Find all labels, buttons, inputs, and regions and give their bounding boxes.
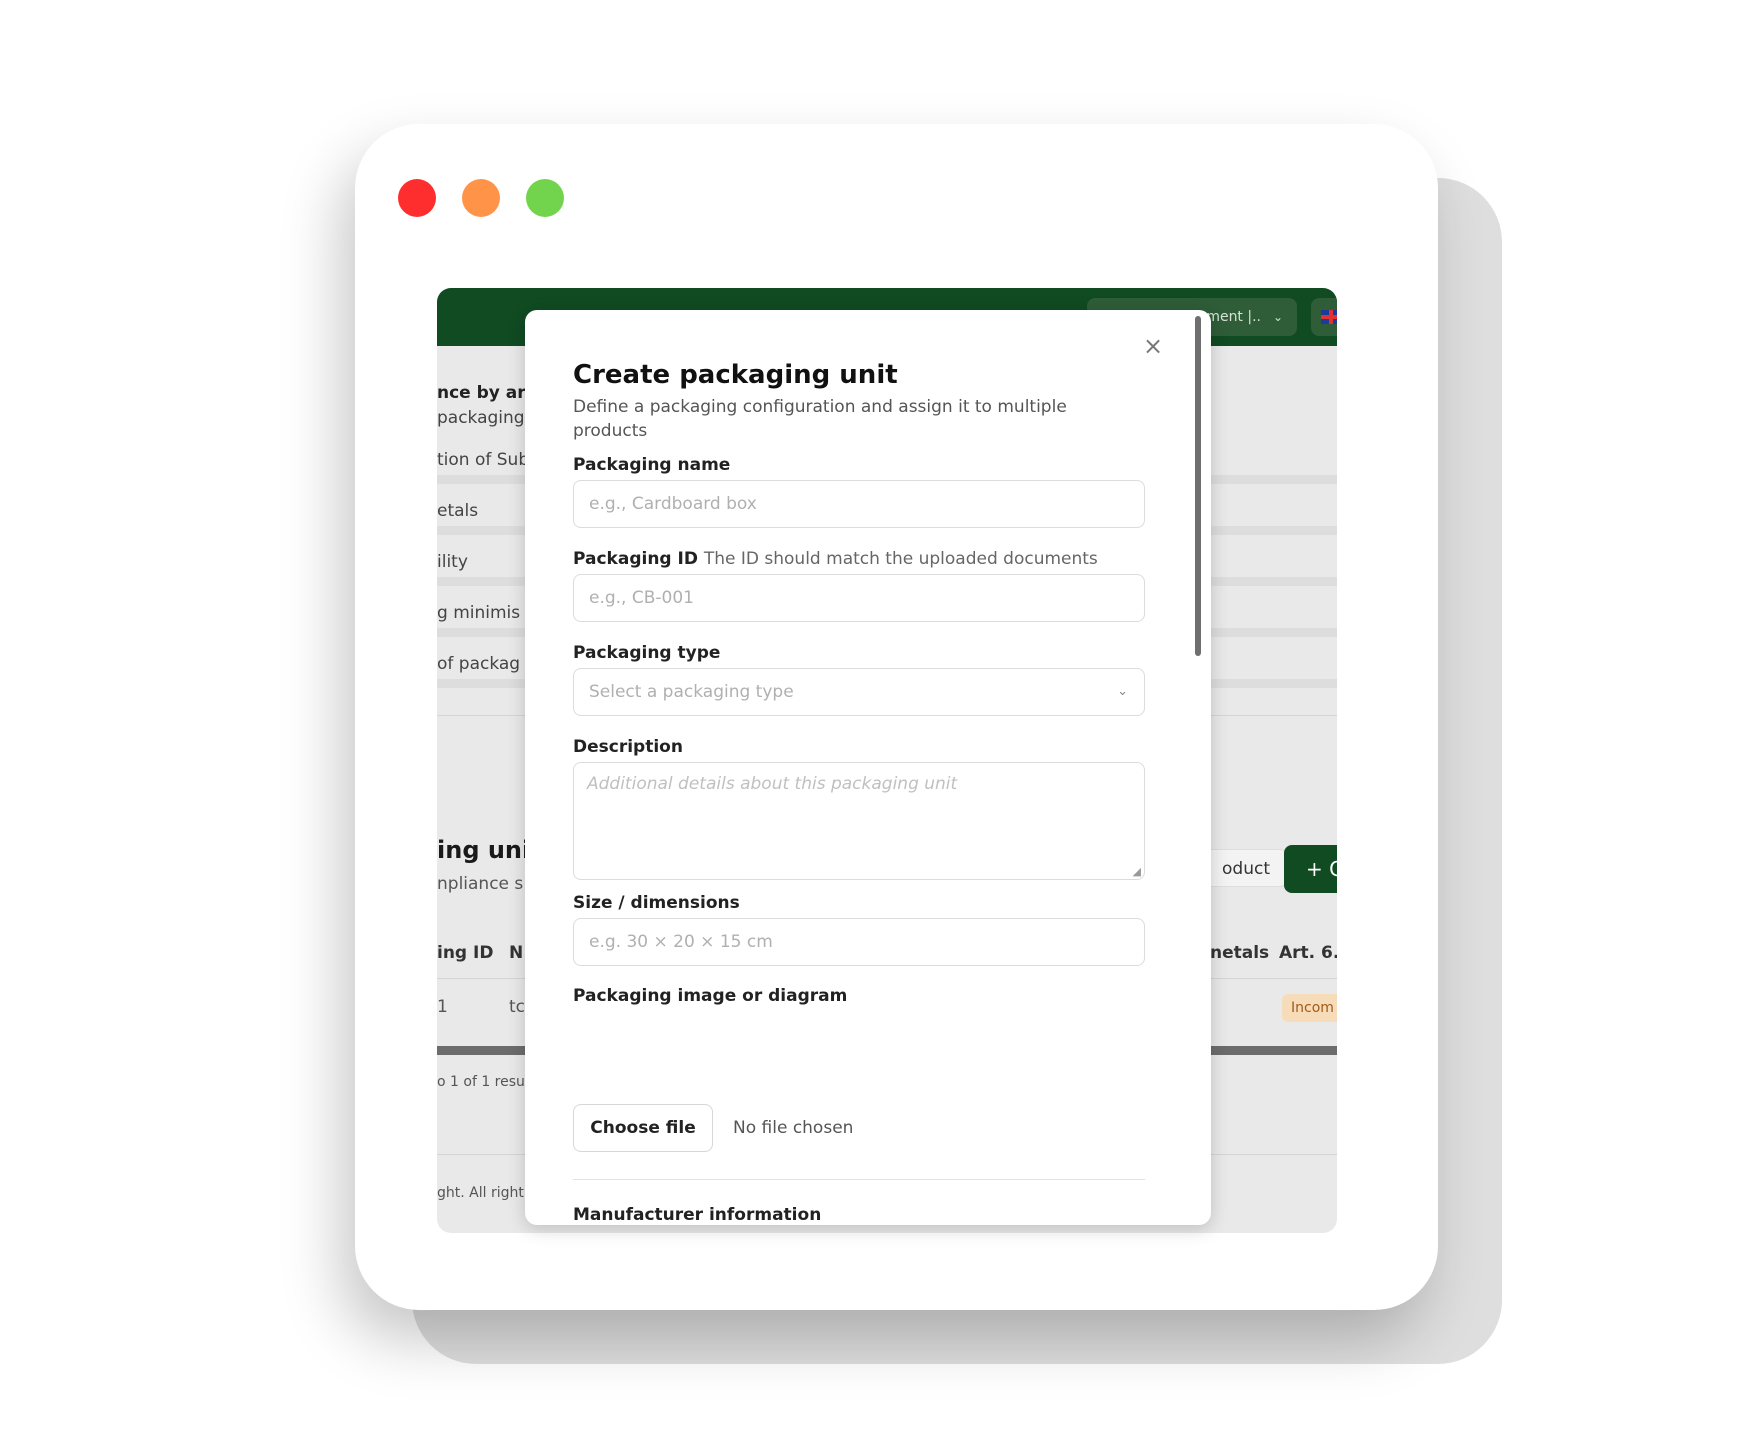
minimize-window-dot[interactable] bbox=[462, 179, 500, 217]
uk-flag-icon bbox=[1321, 310, 1337, 324]
sidebar-item: nce by art bbox=[437, 383, 534, 403]
table-header: N bbox=[509, 943, 524, 963]
resize-handle-icon[interactable]: ◢ bbox=[1133, 865, 1141, 878]
description-label: Description bbox=[573, 737, 683, 757]
packaging-type-select[interactable]: Select a packaging type ⌄ bbox=[573, 668, 1145, 716]
packaging-id-label: Packaging ID The ID should match the upl… bbox=[573, 549, 1098, 569]
status-badge: Incom bbox=[1282, 994, 1337, 1022]
file-status-text: No file chosen bbox=[733, 1118, 854, 1138]
sidebar-item: etals bbox=[437, 501, 479, 521]
packaging-name-label: Packaging name bbox=[573, 455, 731, 475]
packaging-id-input[interactable]: e.g., CB-001 bbox=[573, 574, 1145, 622]
sidebar-item: tion of Sub bbox=[437, 450, 530, 470]
maximize-window-dot[interactable] bbox=[526, 179, 564, 217]
sidebar-item: of packag bbox=[437, 654, 521, 674]
section-subtitle: npliance s bbox=[437, 874, 524, 894]
pagination-text: o 1 of 1 resu bbox=[437, 1074, 525, 1090]
modal-subtitle: Define a packaging configuration and ass… bbox=[573, 397, 1067, 441]
section-divider bbox=[573, 1179, 1145, 1180]
create-packaging-modal: × Create packaging unit Define a packagi… bbox=[525, 310, 1211, 1225]
chevron-down-icon: ⌄ bbox=[1117, 684, 1128, 699]
packaging-id-hint: The ID should match the uploaded documen… bbox=[703, 549, 1098, 569]
table-header: ing ID bbox=[437, 943, 494, 963]
modal-scrollbar[interactable] bbox=[1195, 316, 1201, 656]
packaging-type-label: Packaging type bbox=[573, 643, 721, 663]
choose-file-button[interactable]: Choose file bbox=[573, 1104, 713, 1152]
sidebar-item: ility bbox=[437, 552, 468, 572]
image-label: Packaging image or diagram bbox=[573, 986, 848, 1006]
language-switcher[interactable] bbox=[1311, 298, 1337, 336]
table-header: netals bbox=[1210, 943, 1270, 963]
packaging-id-label-text: Packaging ID bbox=[573, 549, 698, 569]
copyright-text: ght. All right bbox=[437, 1185, 524, 1201]
chevron-down-icon: ⌄ bbox=[1272, 310, 1283, 324]
size-label: Size / dimensions bbox=[573, 893, 740, 913]
sidebar-item: g minimis bbox=[437, 603, 521, 623]
size-input[interactable]: e.g. 30 × 20 × 15 cm bbox=[573, 918, 1145, 966]
sidebar-item: packaging bbox=[437, 408, 525, 428]
packaging-name-input[interactable]: e.g., Cardboard box bbox=[573, 480, 1145, 528]
manufacturer-section-heading: Manufacturer information bbox=[573, 1205, 822, 1225]
close-icon[interactable]: × bbox=[1143, 332, 1163, 360]
assign-product-button[interactable]: oduct bbox=[1204, 849, 1288, 887]
description-textarea[interactable]: Additional details about this packaging … bbox=[573, 762, 1145, 880]
description-placeholder: Additional details about this packaging … bbox=[587, 774, 958, 794]
packaging-type-placeholder: Select a packaging type bbox=[589, 682, 794, 702]
header-select-label: ment |.. bbox=[1206, 309, 1261, 325]
modal-title: Create packaging unit bbox=[573, 360, 898, 390]
create-button[interactable]: + C bbox=[1284, 845, 1337, 893]
table-cell: tc bbox=[509, 997, 526, 1017]
close-window-dot[interactable] bbox=[398, 179, 436, 217]
table-header: Art. 6.1 bbox=[1279, 943, 1337, 963]
table-cell: 1 bbox=[437, 997, 448, 1017]
